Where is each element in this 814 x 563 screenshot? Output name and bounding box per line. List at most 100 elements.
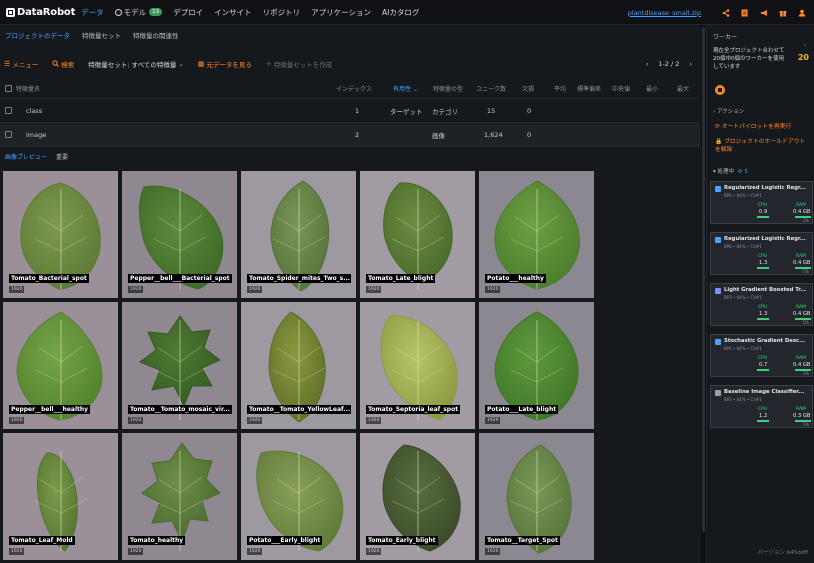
model-blueprint-icon [715, 339, 721, 345]
job-details: BP3 • 64% • CV#1 [724, 295, 762, 300]
megaphone-icon[interactable] [759, 8, 768, 17]
search-label: 検索 [61, 61, 75, 69]
share-icon[interactable] [721, 8, 730, 17]
cpu-label: CPU [758, 356, 768, 361]
col-index[interactable]: インデックス [336, 84, 372, 93]
search-button[interactable]: 検索 [52, 59, 74, 69]
job-card[interactable]: Regularized Logistic Regr... BP6 • 64% • … [710, 232, 813, 275]
job-details: BP6 • 64% • CV#1 [724, 193, 762, 198]
image-tile[interactable]: Pepper__bell___Bacterial_spot 1920 [122, 171, 237, 298]
job-model-name: Stochastic Gradient Desc... [724, 338, 806, 344]
row-checkbox[interactable] [5, 107, 12, 114]
job-card[interactable]: Baseline Image Classifier... BP2 • 64% • … [710, 385, 813, 428]
image-tile[interactable]: Tomato_Leaf_Mold 1920 [3, 433, 118, 560]
image-tile[interactable]: Tomato_Spider_mites_Two_s... 1920 [241, 171, 356, 298]
table-header: 特徴量名 インデックス 有用性 ⌄ 特徴量の型 ユニーク数 欠損 平均 標準偏差… [0, 79, 700, 99]
image-tile[interactable]: Tomato__Tomato_YellowLeaf... 1920 [241, 302, 356, 429]
image-tile[interactable]: Tomato_Early_blight 1920 [360, 433, 475, 560]
cpu-value: 0.7 [759, 362, 768, 368]
ram-label: RAM [796, 203, 806, 208]
image-size-label: 1920 [9, 286, 25, 293]
processing-section[interactable]: ▾ 処理中 ⟳ 5 [713, 167, 748, 175]
gift-icon[interactable] [778, 8, 787, 17]
image-class-label: Potato___Early_blight [247, 536, 323, 545]
job-card[interactable]: Light Gradient Boosted Tr... BP3 • 64% • … [710, 283, 813, 326]
rerun-autopilot-link[interactable]: ⟳ オートパイロットを再実行 [715, 123, 811, 131]
tab-project-data[interactable]: プロジェクトのデータ [5, 30, 70, 40]
table-row[interactable]: class 1 ターゲット カテゴリ 15 0 [0, 99, 700, 123]
tab-image-preview[interactable]: 画像プレビュー [5, 152, 47, 161]
col-importance[interactable]: 有用性 ⌄ [393, 84, 418, 93]
image-class-label: Potato___Late_blight [485, 405, 559, 414]
unlock-holdout-label: プロジェクトのホールドアウトを解除 [715, 139, 806, 153]
cpu-value: 1.3 [759, 260, 768, 266]
feature-set-dropdown[interactable]: 特徴量セット: すべての特徴量 ⌄ [88, 59, 184, 69]
row-checkbox[interactable] [5, 131, 12, 138]
image-tile[interactable]: Tomato_Late_blight 1920 [360, 171, 475, 298]
nav-insights[interactable]: インサイト [214, 7, 252, 18]
image-tile[interactable]: Potato___Early_blight 1920 [241, 433, 356, 560]
nav-data[interactable]: データ [81, 7, 104, 18]
tab-duplicates[interactable]: 重要 [56, 152, 68, 161]
tab-feature-sets[interactable]: 特徴量セット [82, 30, 121, 40]
col-min[interactable]: 最小 [646, 84, 658, 93]
table-row[interactable]: image 2 画像 1,624 0 [0, 123, 700, 147]
feature-type: カテゴリ [432, 107, 458, 116]
menu-icon: ☰ [4, 60, 11, 68]
processing-title: 処理中 [717, 169, 735, 175]
job-details: BP6 • 64% • CV#1 [724, 244, 762, 249]
next-page-icon[interactable]: › [689, 60, 692, 68]
col-missing[interactable]: 欠損 [522, 84, 534, 93]
tab-feature-associations[interactable]: 特徴量の関連性 [133, 30, 179, 40]
image-tile[interactable]: Tomato__Tomato_mosaic_vir... 1920 [122, 302, 237, 429]
image-tile[interactable]: Tomato_Bacterial_spot 1920 [3, 171, 118, 298]
stop-workers-button[interactable] [715, 85, 725, 95]
view-raw-data-button[interactable]: ▦ 元データを見る [198, 59, 252, 69]
menu-button[interactable]: ☰ メニュー [4, 59, 38, 69]
col-var-type[interactable]: 特徴量の型 [433, 84, 463, 93]
image-tile[interactable]: Potato___healthy 1920 [479, 171, 594, 298]
worker-count: 20 [797, 53, 809, 62]
datarobot-logo[interactable]: DataRobot [0, 7, 75, 18]
data-subtabs: プロジェクトのデータ 特徴量セット 特徴量の関連性 [0, 26, 700, 44]
image-tile[interactable]: Tomato__Target_Spot 1920 [479, 433, 594, 560]
feature-table: 特徴量名 インデックス 有用性 ⌄ 特徴量の型 ユニーク数 欠損 平均 標準偏差… [0, 79, 700, 147]
document-icon[interactable] [740, 8, 749, 17]
col-median[interactable]: 中央値 [612, 84, 630, 93]
image-tile[interactable]: Pepper__bell___healthy 1920 [3, 302, 118, 429]
col-mean[interactable]: 平均 [554, 84, 566, 93]
user-icon[interactable] [797, 8, 806, 17]
nav-repository[interactable]: リポジトリ [263, 7, 301, 18]
nav-deploy[interactable]: デプロイ [173, 7, 203, 18]
col-max[interactable]: 最大 [677, 84, 689, 93]
unlock-holdout-link[interactable]: 🔒 プロジェクトのホールドアウトを解除 [715, 138, 811, 154]
col-feature-name[interactable]: 特徴量名 [16, 84, 40, 93]
actions-section[interactable]: › アクション [713, 107, 744, 115]
col-std[interactable]: 標準偏差 [577, 84, 601, 93]
image-size-label: 1920 [9, 417, 25, 424]
image-tile[interactable]: Potato___Late_blight 1920 [479, 302, 594, 429]
image-class-label: Tomato_Late_blight [366, 274, 436, 283]
nav-ai-catalog[interactable]: AIカタログ [382, 7, 419, 18]
col-unique[interactable]: ユニーク数 [476, 84, 506, 93]
image-tile[interactable]: Tomato_healthy 1920 [122, 433, 237, 560]
ram-label: RAM [796, 407, 806, 412]
create-feature-set-button[interactable]: + 特徴量セットを作成 [266, 59, 332, 69]
cpu-label: CPU [758, 254, 768, 259]
image-class-label: Tomato_healthy [128, 536, 186, 545]
ram-value: 0.4 GB [793, 260, 811, 266]
image-tile[interactable]: Tomato_Septoria_leaf_spot 1920 [360, 302, 475, 429]
project-file-link[interactable]: plantdisease_small.zip [628, 9, 701, 17]
nav-models[interactable]: モデル 13 [114, 7, 163, 18]
job-card[interactable]: Stochastic Gradient Desc... BP4 • 64% • C… [710, 334, 813, 377]
main-nav: データ モデル 13 デプロイ インサイト リポジトリ アプリケーション AIカ… [81, 0, 430, 25]
feature-index: 2 [355, 130, 360, 139]
job-card[interactable]: Regularized Logistic Regr... BP6 • 64% • … [710, 181, 813, 224]
scrollbar-thumb[interactable] [702, 27, 705, 532]
job-progress: 1% [802, 422, 809, 427]
job-progress: 1% [802, 218, 809, 223]
prev-page-icon[interactable]: ‹ [646, 60, 649, 68]
select-all-checkbox[interactable] [5, 85, 12, 92]
nav-applications[interactable]: アプリケーション [311, 7, 371, 18]
job-progress: 1% [802, 320, 809, 325]
